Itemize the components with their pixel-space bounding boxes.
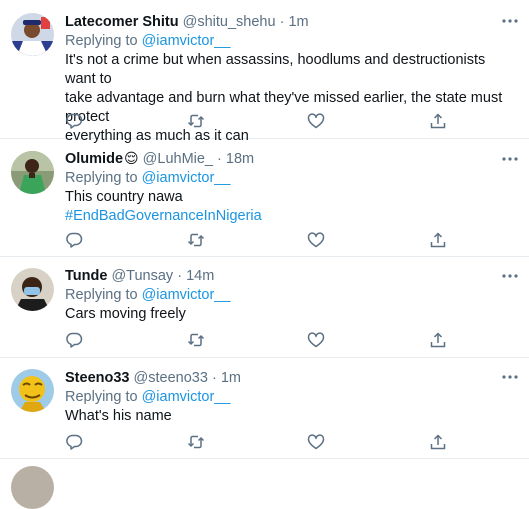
tweet-text-line: This country nawa	[65, 189, 183, 205]
tweet[interactable]: Tunde @Tunsay · 14m Replying to @iamvict…	[0, 257, 529, 358]
more-dots-icon[interactable]	[500, 268, 520, 284]
separator-dot: ·	[279, 14, 285, 30]
relieved-face-emoji: 😌	[124, 150, 139, 166]
share-icon[interactable]	[429, 433, 447, 451]
tweet-text-line: Cars moving freely	[65, 306, 186, 322]
tweet-text: This country nawa #EndBadGovernanceInNig…	[65, 188, 503, 226]
tweet[interactable]: Steeno33 @steeno33 · 1m Replying to @iam…	[0, 358, 529, 459]
reply-mention-link[interactable]: @iamvictor__	[142, 33, 231, 49]
timestamp[interactable]: 18m	[226, 151, 254, 167]
user-handle[interactable]: @shitu_shehu	[183, 14, 276, 30]
reply-mention-link[interactable]: @iamvictor__	[142, 170, 231, 186]
more-dots-icon[interactable]	[500, 369, 520, 385]
display-name[interactable]: Tunde	[65, 268, 107, 284]
replying-to: Replying to @iamvictor__	[65, 32, 503, 51]
heart-icon[interactable]	[307, 433, 325, 451]
heart-icon[interactable]	[307, 112, 325, 130]
replying-to: Replying to @iamvictor__	[65, 286, 503, 305]
tweet-header: Latecomer Shitu @shitu_shehu · 1m	[65, 13, 503, 32]
share-icon[interactable]	[429, 231, 447, 249]
tweet-actions	[65, 331, 455, 349]
tweet-text-line: It's not a crime but when assassins, hoo…	[65, 52, 486, 87]
tweet-actions	[65, 433, 455, 451]
user-handle[interactable]: @steeno33	[134, 370, 208, 386]
avatar[interactable]	[11, 268, 54, 311]
reply-feed: Latecomer Shitu @shitu_shehu · 1m Replyi…	[0, 0, 529, 509]
replying-to: Replying to @iamvictor__	[65, 169, 503, 188]
hashtag-link[interactable]: #EndBadGovernanceInNigeria	[65, 207, 503, 226]
tweet-header: Steeno33 @steeno33 · 1m	[65, 369, 503, 388]
timestamp[interactable]: 14m	[186, 268, 214, 284]
reply-mention-link[interactable]: @iamvictor__	[142, 287, 231, 303]
display-name[interactable]: Steeno33	[65, 370, 129, 386]
share-icon[interactable]	[429, 331, 447, 349]
avatar[interactable]	[11, 466, 54, 509]
replying-to-label: Replying to	[65, 389, 138, 405]
replying-to-label: Replying to	[65, 33, 138, 49]
user-handle[interactable]: @Tunsay	[111, 268, 173, 284]
heart-icon[interactable]	[307, 231, 325, 249]
more-dots-icon[interactable]	[500, 151, 520, 167]
separator-dot: ·	[217, 151, 222, 167]
avatar[interactable]	[11, 13, 54, 56]
display-name[interactable]: Latecomer Shitu	[65, 14, 179, 30]
avatar[interactable]	[11, 369, 54, 412]
retweet-icon[interactable]	[187, 331, 205, 349]
more-dots-icon[interactable]	[500, 13, 520, 29]
tweet-text: It's not a crime but when assassins, hoo…	[65, 51, 503, 146]
reply-icon[interactable]	[65, 433, 83, 451]
avatar[interactable]	[11, 151, 54, 194]
tweet-actions	[65, 112, 455, 130]
reply-icon[interactable]	[65, 331, 83, 349]
reply-icon[interactable]	[65, 231, 83, 249]
retweet-icon[interactable]	[187, 112, 205, 130]
tweet-header: Olumide😌 @LuhMie_ · 18m	[65, 149, 503, 169]
tweet-text: What's his name	[65, 407, 503, 426]
tweet-text-line: What's his name	[65, 408, 172, 424]
share-icon[interactable]	[429, 112, 447, 130]
heart-icon[interactable]	[307, 331, 325, 349]
replying-to-label: Replying to	[65, 170, 138, 186]
tweet-actions	[65, 231, 455, 249]
display-name[interactable]: Olumide	[65, 151, 123, 167]
retweet-icon[interactable]	[187, 231, 205, 249]
reply-icon[interactable]	[65, 112, 83, 130]
replying-to-label: Replying to	[65, 287, 138, 303]
separator-dot: ·	[177, 268, 183, 284]
user-handle[interactable]: @LuhMie_	[143, 151, 213, 167]
reply-mention-link[interactable]: @iamvictor__	[142, 389, 231, 405]
tweet[interactable]: Olumide😌 @LuhMie_ · 18m Replying to @iam…	[0, 139, 529, 257]
tweet-text: Cars moving freely	[65, 305, 503, 324]
tweet-header: Tunde @Tunsay · 14m	[65, 267, 503, 286]
timestamp[interactable]: 1m	[288, 14, 308, 30]
timestamp[interactable]: 1m	[221, 370, 241, 386]
separator-dot: ·	[211, 370, 217, 386]
replying-to: Replying to @iamvictor__	[65, 388, 503, 407]
tweet[interactable]: Latecomer Shitu @shitu_shehu · 1m Replyi…	[0, 0, 529, 144]
retweet-icon[interactable]	[187, 433, 205, 451]
